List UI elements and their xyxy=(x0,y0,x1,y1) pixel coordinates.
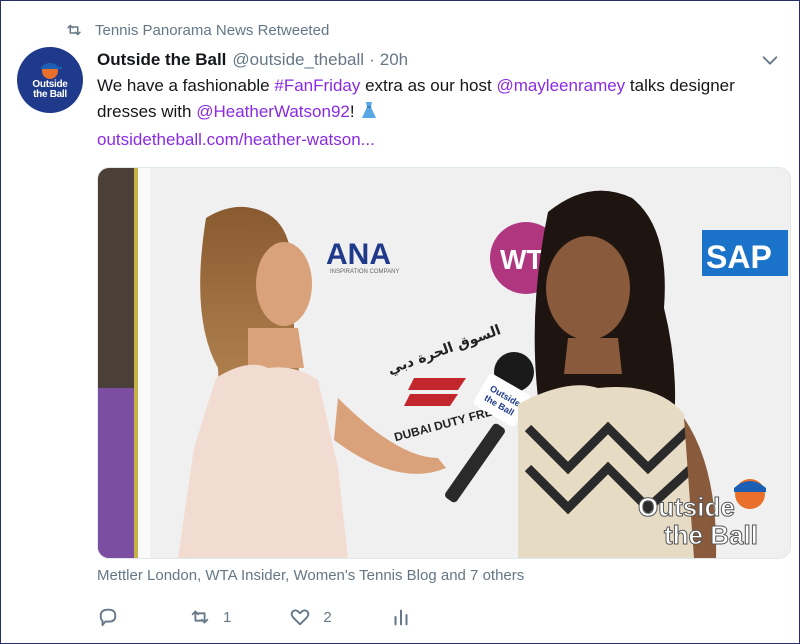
timestamp[interactable]: 20h xyxy=(380,50,408,70)
avatar-text: Outside the Ball xyxy=(32,79,68,100)
tweet-text: We have a fashionable #FanFriday extra a… xyxy=(97,73,777,125)
text-part: We have a fashionable xyxy=(97,76,275,95)
retweet-icon xyxy=(191,610,209,624)
avatar[interactable]: Outside the Ball xyxy=(17,47,83,113)
video-frame: ANA INSPIRATION COMPANY WTA SAP السوق ال… xyxy=(98,168,790,558)
retweet-button[interactable]: 1 xyxy=(189,606,231,628)
like-button[interactable]: 2 xyxy=(289,606,332,628)
sponsor-ana: ANA xyxy=(326,238,391,271)
sponsor-sap: SAP xyxy=(706,239,772,275)
ball-logo-icon xyxy=(41,63,62,79)
sponsor-ana-sub: INSPIRATION COMPANY xyxy=(330,269,399,275)
reply-button[interactable] xyxy=(97,606,131,628)
dress-emoji-icon xyxy=(362,102,377,118)
reply-icon xyxy=(99,608,117,627)
mention-link[interactable]: @HeatherWatson92 xyxy=(196,102,350,121)
heart-icon xyxy=(291,609,310,626)
tweet-url-link[interactable]: outsidetheball.com/heather-watson... xyxy=(97,127,375,153)
liked-by-summary[interactable]: Mettler London, WTA Insider, Women's Ten… xyxy=(97,567,524,584)
dubai-flag-icon xyxy=(408,378,466,390)
analytics-icon xyxy=(394,609,408,626)
hashtag-link[interactable]: #FanFriday xyxy=(274,76,360,95)
like-count: 2 xyxy=(323,608,332,626)
text-part: ! xyxy=(349,102,360,121)
watermark-line-2: the Ball xyxy=(664,520,758,550)
mention-link[interactable]: @mayleenramey xyxy=(496,76,625,95)
watermark-line-1: Outside xyxy=(638,492,735,522)
retweet-context[interactable]: Tennis Panorama News Retweeted xyxy=(65,19,329,41)
tweet-media-video[interactable]: ANA INSPIRATION COMPANY WTA SAP السوق ال… xyxy=(97,167,791,559)
retweet-context-text: Tennis Panorama News Retweeted xyxy=(95,21,330,39)
analytics-button[interactable] xyxy=(390,606,424,628)
separator: · xyxy=(369,50,375,69)
text-part: extra as our host xyxy=(360,76,497,95)
author-name[interactable]: Outside the Ball xyxy=(97,50,226,70)
chevron-down-icon[interactable] xyxy=(759,49,781,71)
player-face xyxy=(546,236,630,340)
host-face xyxy=(256,242,312,326)
retweet-count: 1 xyxy=(223,608,232,626)
tweet-actions: 1 2 xyxy=(97,601,482,633)
author-handle[interactable]: @outside_theball xyxy=(232,50,364,70)
tweet-header: Outside the Ball @outside_theball · 20h xyxy=(97,47,739,73)
retweet-icon xyxy=(67,24,81,36)
